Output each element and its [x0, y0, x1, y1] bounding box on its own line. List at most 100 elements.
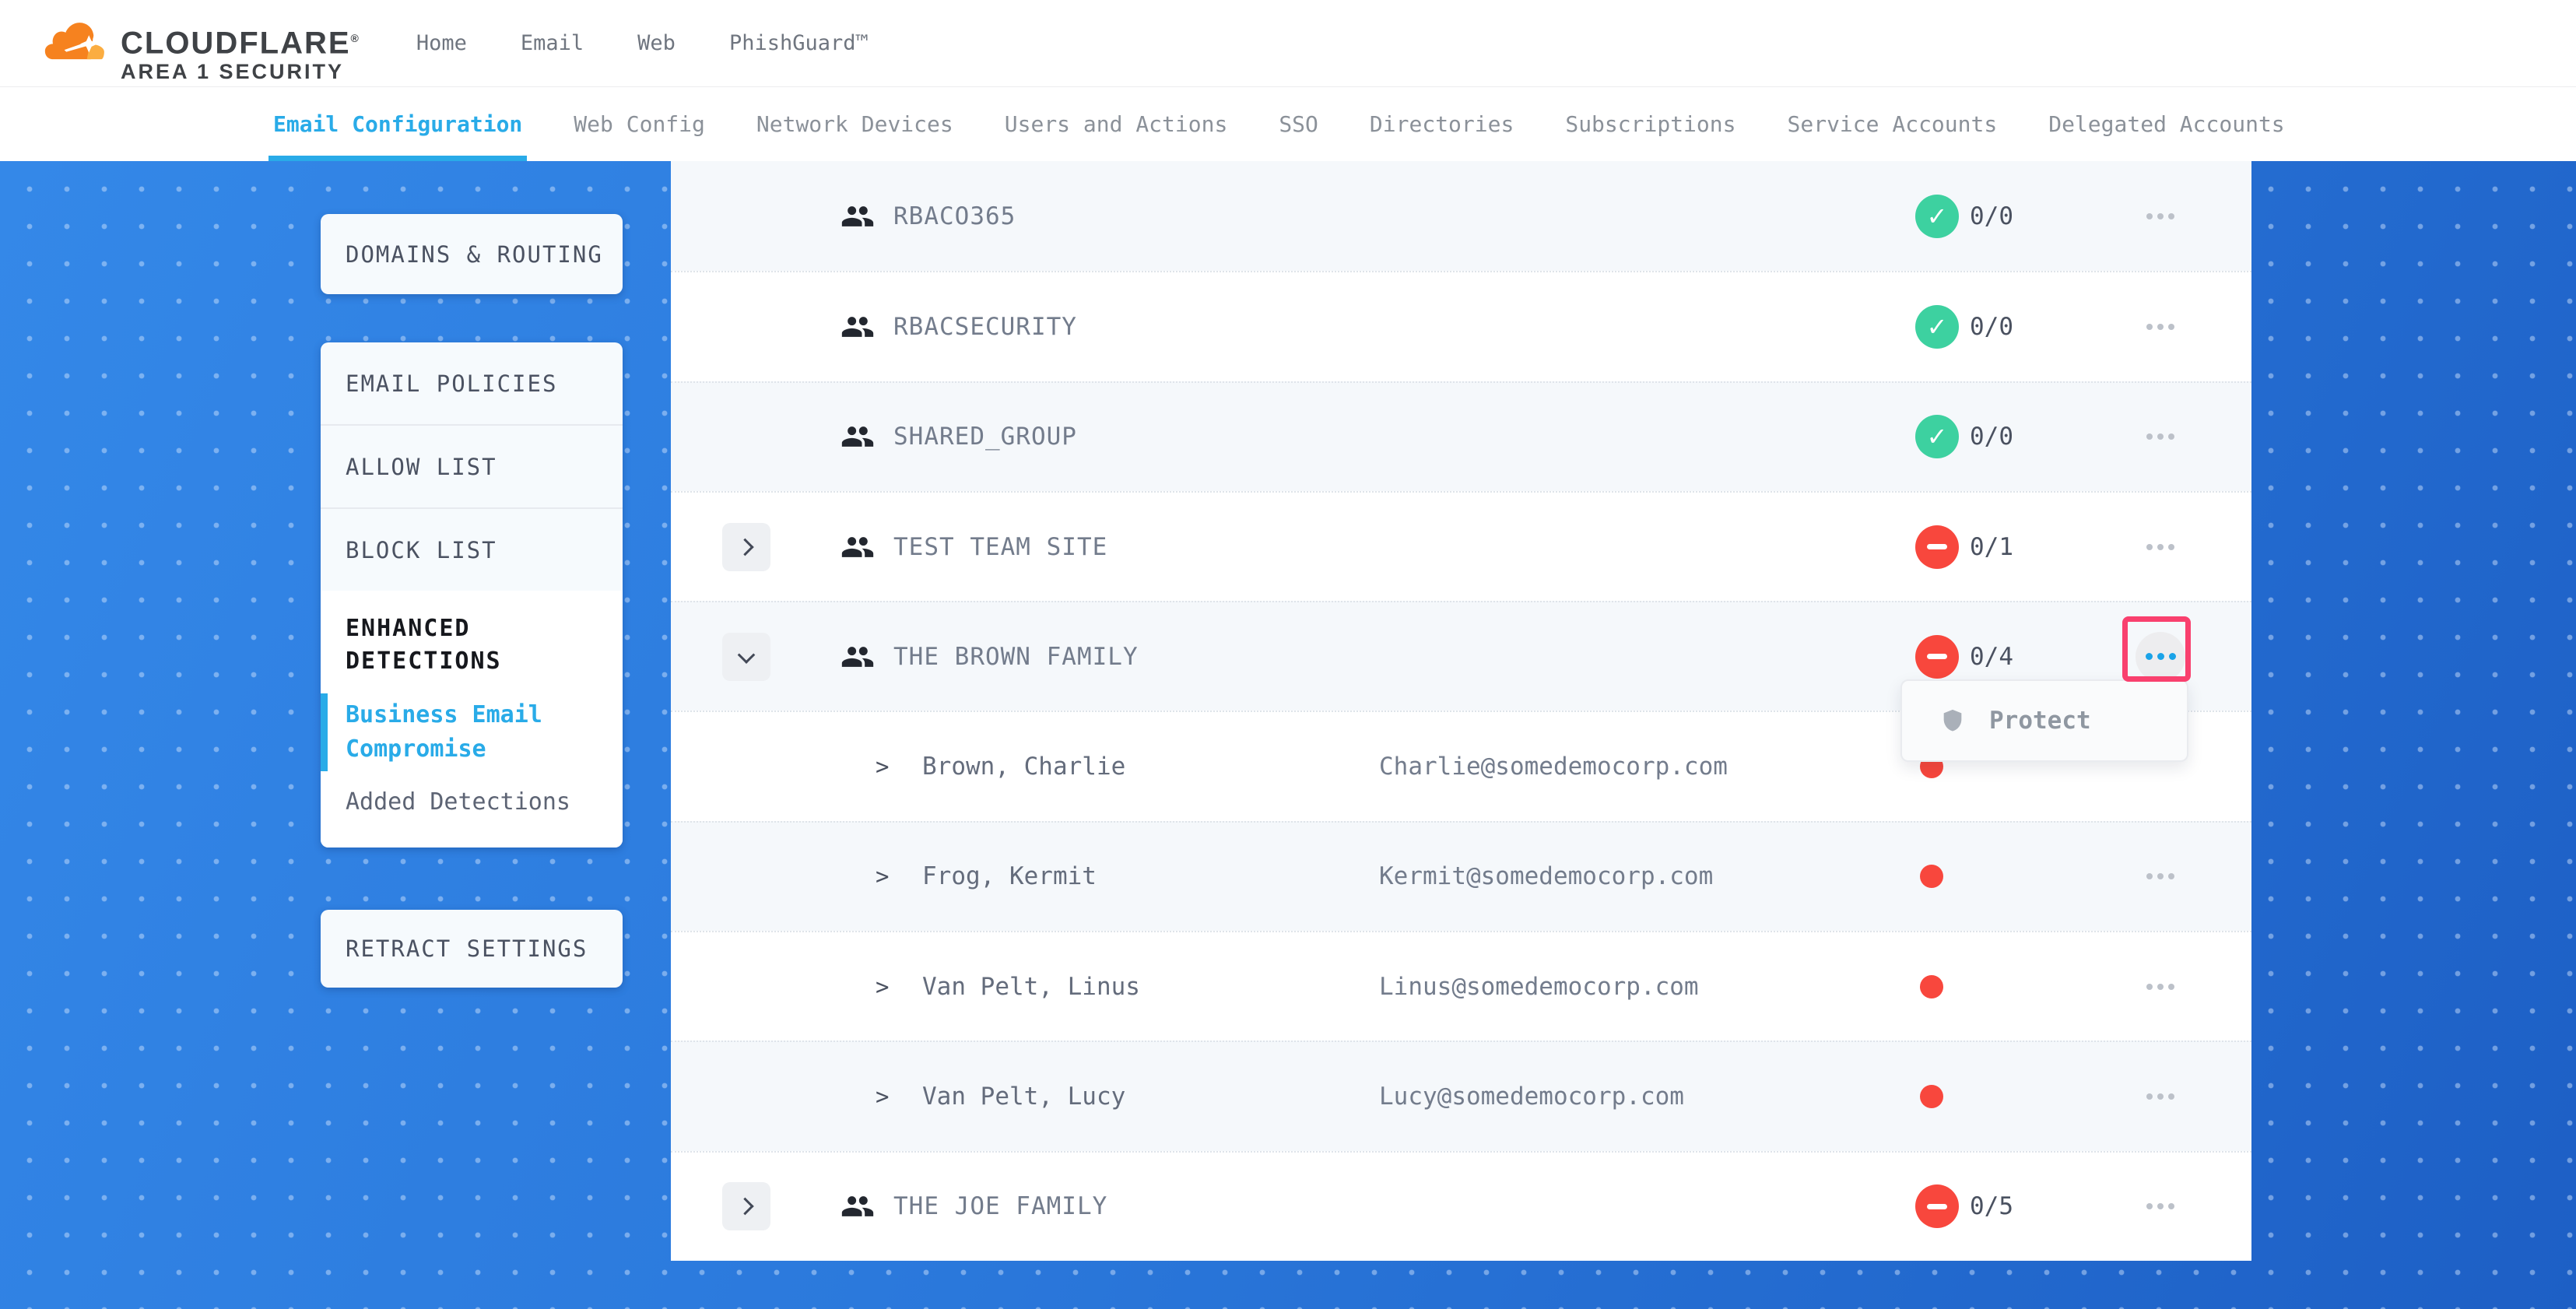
table-row-member[interactable]: > Frog, Kermit Kermit@somedemocorp.com — [671, 821, 2251, 931]
sidebar-item-retract-settings[interactable]: RETRACT SETTINGS — [321, 935, 588, 962]
status-count: 0/0 — [1970, 423, 2013, 451]
top-nav-item-web[interactable]: Web — [637, 31, 676, 55]
sidebar-item-enhanced-detections[interactable]: ENHANCED DETECTIONS — [346, 612, 548, 678]
group-icon — [841, 640, 875, 674]
member-status-dot — [1920, 865, 1943, 888]
row-menu-button[interactable] — [2128, 522, 2193, 572]
member-email: Linus@somedemocorp.com — [1379, 973, 1699, 1001]
status-count: 0/5 — [1970, 1192, 2013, 1220]
group-name: TEST TEAM SITE — [893, 533, 1107, 561]
tab-subscriptions[interactable]: Subscriptions — [1565, 87, 1735, 161]
table-row-group[interactable]: RBACSECURITY ✓ 0/0 — [671, 271, 2251, 381]
tab-web-config[interactable]: Web Config — [574, 87, 705, 161]
protect-shield-icon — [1939, 705, 1966, 736]
sidebar-enhanced-detections-section: ENHANCED DETECTIONS Business Email Compr… — [321, 591, 623, 848]
row-menu-button[interactable] — [2128, 412, 2193, 461]
group-name: RBACO365 — [893, 202, 1016, 230]
sidebar-item-domains-routing[interactable]: DOMAINS & ROUTING — [321, 241, 603, 268]
member-email: Lucy@somedemocorp.com — [1379, 1083, 1684, 1111]
member-chevron-icon[interactable]: > — [876, 1083, 889, 1110]
row-menu-button[interactable] — [2128, 302, 2193, 352]
member-chevron-icon[interactable]: > — [876, 863, 889, 890]
minus-icon — [1927, 654, 1947, 659]
tab-directories[interactable]: Directories — [1370, 87, 1514, 161]
member-name: Van Pelt, Lucy — [922, 1083, 1125, 1111]
status-icon: ✓ — [1915, 1184, 1959, 1228]
group-icon — [841, 1189, 875, 1223]
status-icon: ✓ — [1915, 305, 1959, 349]
logo-subtitle: AREA 1 SECURITY — [121, 59, 360, 84]
check-icon: ✓ — [1927, 422, 1948, 451]
tab-sso[interactable]: SSO — [1279, 87, 1318, 161]
table-row-group[interactable]: THE JOE FAMILY ✓ 0/5 — [671, 1151, 2251, 1261]
section-tabs: Email Configuration Web Config Network Dev… — [0, 87, 2576, 161]
top-nav: Home Email Web PhishGuard™ — [416, 31, 869, 55]
table-row-group[interactable]: SHARED_GROUP ✓ 0/0 — [671, 381, 2251, 491]
group-icon — [841, 419, 875, 454]
sidebar-item-business-email-compromise[interactable]: Business Email Compromise — [346, 698, 598, 767]
tab-delegated-accounts[interactable]: Delegated Accounts — [2048, 87, 2284, 161]
tab-users-and-actions[interactable]: Users and Actions — [1005, 87, 1228, 161]
status-icon: ✓ — [1915, 415, 1959, 458]
status-count: 0/0 — [1970, 313, 2013, 341]
table-row-group[interactable]: TEST TEAM SITE ✓ 0/1 — [671, 491, 2251, 601]
menu-item-protect[interactable]: Protect — [1989, 707, 2091, 735]
row-menu-button[interactable] — [2128, 191, 2193, 241]
sidebar-card-domains-routing[interactable]: DOMAINS & ROUTING — [321, 214, 623, 294]
row-menu-button[interactable] — [2128, 1181, 2193, 1231]
status-icon: ✓ — [1915, 195, 1959, 238]
member-status-dot — [1920, 975, 1943, 998]
logo-brand: CLOUDFLARE® — [121, 23, 360, 58]
table-row-group[interactable]: RBACO365 ✓ 0/0 — [671, 161, 2251, 271]
sidebar-item-email-policies[interactable]: EMAIL POLICIES — [321, 342, 623, 424]
top-nav-item-phishguard[interactable]: PhishGuard™ — [729, 31, 869, 55]
tab-email-configuration[interactable]: Email Configuration — [273, 87, 522, 161]
row-menu-button[interactable] — [2128, 851, 2193, 901]
group-name: THE BROWN FAMILY — [893, 643, 1139, 671]
member-chevron-icon[interactable]: > — [876, 753, 889, 780]
table-row-member[interactable]: > Van Pelt, Linus Linus@somedemocorp.com — [671, 931, 2251, 1041]
status-icon: ✓ — [1915, 635, 1959, 679]
minus-icon — [1927, 1204, 1947, 1209]
member-name: Brown, Charlie — [922, 753, 1125, 781]
status-count: 0/4 — [1970, 643, 2013, 671]
sidebar-item-block-list[interactable]: BLOCK LIST — [321, 509, 623, 591]
row-menu-button[interactable] — [2128, 1072, 2193, 1121]
cloudflare-cloud-icon — [44, 16, 113, 66]
sidebar-item-allow-list[interactable]: ALLOW LIST — [321, 426, 623, 507]
top-nav-item-email[interactable]: Email — [521, 31, 584, 55]
group-name: SHARED_GROUP — [893, 423, 1077, 451]
group-icon — [841, 199, 875, 233]
group-name: RBACSECURITY — [893, 313, 1077, 341]
active-indicator-bar — [321, 693, 328, 771]
content-background: DOMAINS & ROUTING EMAIL POLICIESALLOW LI… — [0, 161, 2576, 1309]
member-chevron-icon[interactable]: > — [876, 974, 889, 1000]
cloudflare-logo[interactable]: CLOUDFLARE® AREA 1 SECURITY — [44, 2, 360, 83]
check-icon: ✓ — [1927, 202, 1948, 231]
group-icon — [841, 310, 875, 344]
status-count: 0/0 — [1970, 202, 2013, 230]
status-count: 0/1 — [1970, 533, 2013, 561]
member-name: Frog, Kermit — [922, 862, 1097, 890]
tab-network-devices[interactable]: Network Devices — [756, 87, 953, 161]
minus-icon — [1927, 544, 1947, 549]
member-status-dot — [1920, 1085, 1943, 1108]
expand-button[interactable] — [722, 523, 770, 571]
member-email: Charlie@somedemocorp.com — [1379, 753, 1728, 781]
top-nav-item-home[interactable]: Home — [416, 31, 467, 55]
sidebar-item-added-detections[interactable]: Added Detections — [346, 785, 598, 819]
member-email: Kermit@somedemocorp.com — [1379, 862, 1713, 890]
annotation-highlight-box — [2122, 616, 2191, 682]
row-context-menu: Protect — [1900, 679, 2188, 762]
sidebar-card-email-policies: EMAIL POLICIESALLOW LISTBLOCK LIST ENHAN… — [321, 342, 623, 848]
member-name: Van Pelt, Linus — [922, 973, 1140, 1001]
row-menu-button[interactable] — [2128, 962, 2193, 1012]
status-icon: ✓ — [1915, 525, 1959, 569]
tab-service-accounts[interactable]: Service Accounts — [1788, 87, 1998, 161]
check-icon: ✓ — [1927, 312, 1948, 342]
table-row-member[interactable]: > Van Pelt, Lucy Lucy@somedemocorp.com — [671, 1041, 2251, 1150]
sidebar-card-retract-settings[interactable]: RETRACT SETTINGS — [321, 910, 623, 988]
group-icon — [841, 530, 875, 564]
expand-button[interactable] — [722, 1182, 770, 1230]
expand-button[interactable] — [722, 633, 770, 681]
